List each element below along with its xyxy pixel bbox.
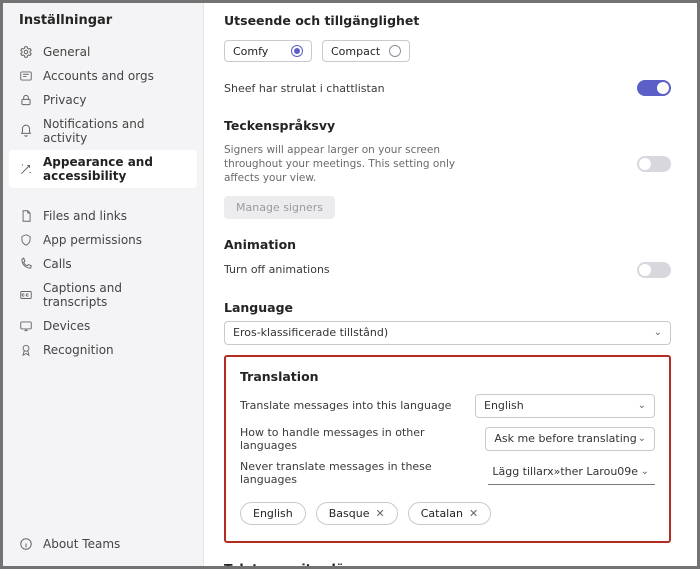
chip-english: English [240, 502, 306, 525]
sidebar-item-notifications[interactable]: Notifications and activity [9, 112, 197, 150]
sidebar-item-privacy[interactable]: Privacy [9, 88, 197, 112]
chip-label: Catalan [421, 507, 463, 520]
close-icon[interactable]: ✕ [469, 507, 478, 520]
radio-icon [389, 45, 401, 57]
tty-title: Teletypewriter-läge [224, 561, 671, 566]
sidebar-item-label: General [43, 45, 90, 59]
gear-icon [19, 45, 33, 59]
sidebar-item-label: Devices [43, 319, 90, 333]
chatlist-row: Sheef har strulat i chattlistan [224, 76, 671, 100]
sidebar-item-app-permissions[interactable]: App permissions [9, 228, 197, 252]
sidebar-title: Inställningar [3, 3, 203, 36]
sidebar-item-devices[interactable]: Devices [9, 314, 197, 338]
chip-catalan: Catalan ✕ [408, 502, 491, 525]
language-select-value: Eros-klassificerade tillstând) [233, 326, 388, 339]
sidebar-item-label: Appearance and accessibility [43, 155, 187, 183]
bell-icon [19, 124, 33, 138]
window-body: Inställningar General Accounts and orgs … [3, 3, 697, 566]
select-value: English [484, 399, 524, 412]
sidebar-item-label: Captions and transcripts [43, 281, 187, 309]
translation-section: Translation Translate messages into this… [224, 355, 671, 543]
select-value: Ask me before translating [494, 432, 636, 445]
sidebar-item-accounts[interactable]: Accounts and orgs [9, 64, 197, 88]
device-icon [19, 319, 33, 333]
language-select[interactable]: Eros-klassificerade tillstând) ⌄ [224, 321, 671, 345]
chatlist-toggle[interactable] [637, 80, 671, 96]
settings-window: Inställningar General Accounts and orgs … [0, 0, 700, 569]
ribbon-icon [19, 343, 33, 357]
sidebar-group-1: General Accounts and orgs Privacy Notifi… [3, 36, 203, 192]
input-value: Lägg tillarx»ther Larou09e [492, 465, 638, 478]
sidebar-item-label: App permissions [43, 233, 142, 247]
chip-label: Basque [329, 507, 370, 520]
settings-content[interactable]: Utseende och tillgänglighet Comfy Compac… [204, 3, 697, 566]
chevron-down-icon: ⌄ [654, 327, 662, 338]
signlanguage-title: Teckenspråksvy [224, 118, 671, 133]
language-title: Language [224, 300, 671, 315]
org-icon [19, 69, 33, 83]
sidebar-item-calls[interactable]: Calls [9, 252, 197, 276]
never-translate-label: Never translate messages in these langua… [240, 460, 472, 486]
chatlist-label: Sheef har strulat i chattlistan [224, 82, 385, 95]
never-translate-input[interactable]: Lägg tillarx»ther Larou09e ⌄ [488, 461, 655, 485]
sidebar-item-appearance[interactable]: Appearance and accessibility [9, 150, 197, 188]
wand-icon [19, 162, 33, 176]
page-title: Utseende och tillgänglighet [224, 3, 671, 34]
translate-handle-row: How to handle messages in other language… [240, 422, 655, 456]
settings-sidebar: Inställningar General Accounts and orgs … [3, 3, 204, 566]
chip-basque: Basque ✕ [316, 502, 398, 525]
never-translate-row: Never translate messages in these langua… [240, 456, 655, 490]
close-icon[interactable]: ✕ [375, 507, 384, 520]
lock-icon [19, 93, 33, 107]
sidebar-item-files[interactable]: Files and links [9, 204, 197, 228]
density-selector: Comfy Compact [224, 40, 671, 62]
sidebar-item-label: Recognition [43, 343, 114, 357]
translate-into-select[interactable]: English ⌄ [475, 394, 655, 418]
sidebar-item-label: Files and links [43, 209, 127, 223]
sidebar-item-label: Accounts and orgs [43, 69, 154, 83]
signlanguage-toggle[interactable] [637, 156, 671, 172]
language-chips: English Basque ✕ Catalan ✕ [240, 502, 655, 525]
sidebar-item-captions[interactable]: Captions and transcripts [9, 276, 197, 314]
sidebar-item-recognition[interactable]: Recognition [9, 338, 197, 362]
translate-handle-select[interactable]: Ask me before translating ⌄ [485, 427, 655, 451]
sidebar-item-general[interactable]: General [9, 40, 197, 64]
file-icon [19, 209, 33, 223]
info-icon [19, 537, 33, 551]
chevron-down-icon: ⌄ [641, 466, 649, 477]
density-option-label: Compact [331, 45, 380, 58]
cc-icon [19, 288, 33, 302]
translate-into-row: Translate messages into this language En… [240, 390, 655, 422]
animation-row: Turn off animations [224, 258, 671, 282]
density-option-compact[interactable]: Compact [322, 40, 410, 62]
signlanguage-desc: Signers will appear larger on your scree… [224, 143, 484, 186]
signlanguage-row: Signers will appear larger on your scree… [224, 139, 671, 190]
chevron-down-icon: ⌄ [638, 400, 646, 411]
shield-icon [19, 233, 33, 247]
sidebar-item-label: Privacy [43, 93, 86, 107]
animation-label: Turn off animations [224, 263, 330, 276]
translate-handle-label: How to handle messages in other language… [240, 426, 469, 452]
sidebar-item-label: Calls [43, 257, 72, 271]
chevron-down-icon: ⌄ [638, 433, 646, 444]
translation-title: Translation [240, 369, 655, 384]
sidebar-item-about[interactable]: About Teams [9, 532, 197, 556]
sidebar-group-2: Files and links App permissions Calls Ca… [3, 200, 203, 366]
density-option-label: Comfy [233, 45, 268, 58]
animation-title: Animation [224, 237, 671, 252]
translate-into-label: Translate messages into this language [240, 399, 451, 412]
sidebar-item-label: Notifications and activity [43, 117, 187, 145]
animation-toggle[interactable] [637, 262, 671, 278]
sidebar-item-label: About Teams [43, 537, 120, 551]
phone-icon [19, 257, 33, 271]
density-option-comfy[interactable]: Comfy [224, 40, 312, 62]
manage-signers-button: Manage signers [224, 196, 335, 219]
radio-icon [291, 45, 303, 57]
chip-label: English [253, 507, 293, 520]
